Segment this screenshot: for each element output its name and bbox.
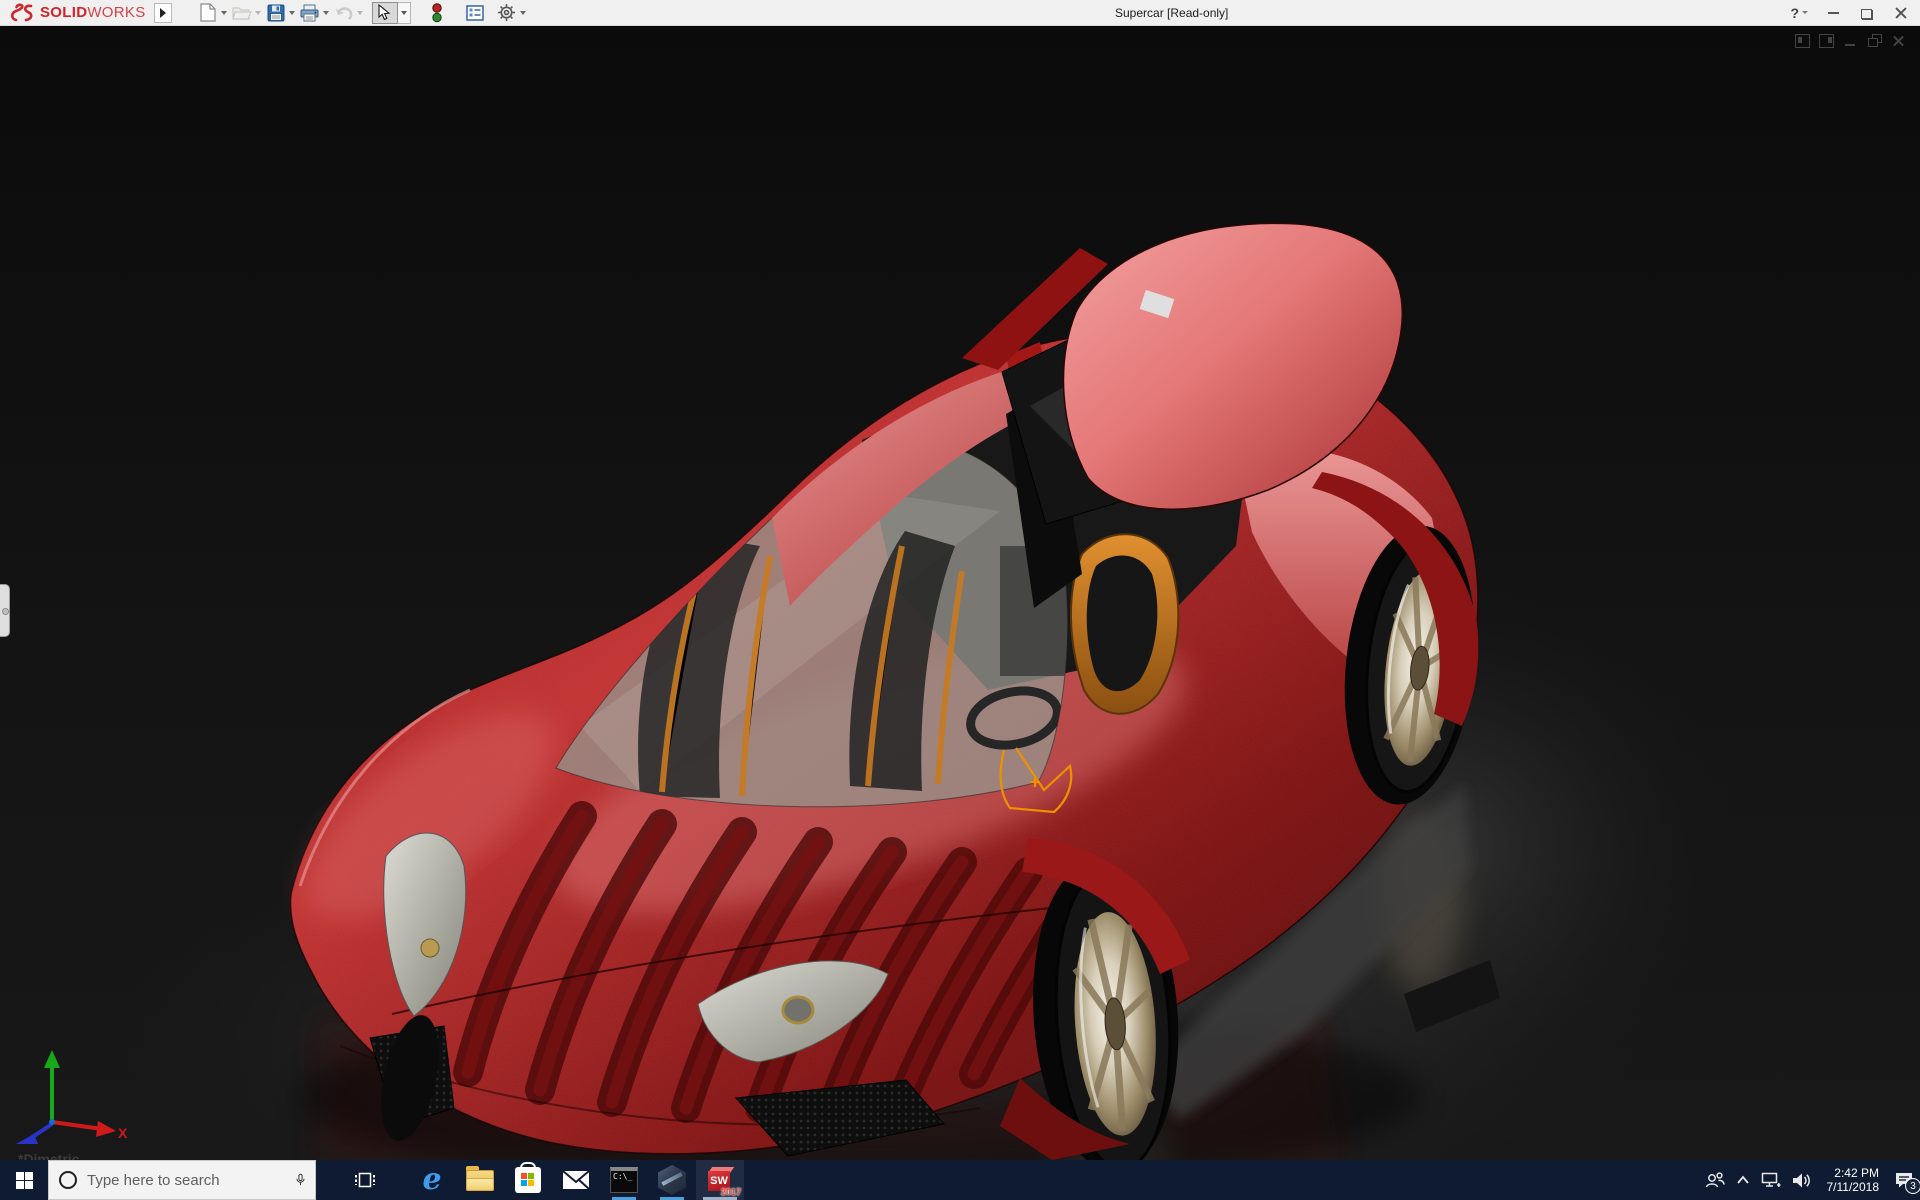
triad-x-arrow [96,1121,116,1137]
people-icon[interactable] [1705,1171,1725,1189]
pane-left-icon[interactable] [1795,34,1810,48]
cortana-icon [59,1171,77,1189]
windows-taskbar: e C:\_ SW 2017 [0,1160,1920,1200]
solidworks-2017-icon: SW 2017 [707,1167,733,1193]
gear-icon [496,2,518,24]
triad-x-label: X [118,1125,128,1141]
taskbar-clock[interactable]: 2:42 PM 7/11/2018 [1823,1166,1884,1194]
solidworks-year-label: 2017 [721,1187,741,1197]
save-button[interactable] [264,1,298,25]
document-title: Supercar [Read-only] [1115,6,1228,20]
taskbar-app-edge[interactable]: e [408,1160,456,1200]
help-caret-icon [1802,11,1808,14]
undo-button[interactable] [332,1,366,25]
new-document-caret[interactable] [219,2,229,24]
taskbar-app-mail[interactable] [552,1160,600,1200]
menu-flyout-button[interactable] [154,3,172,23]
open-caret[interactable] [253,2,263,24]
headlight-right-projector [783,997,813,1023]
brand-bold: SOLID [40,4,87,21]
action-center-button[interactable]: 3 [1894,1171,1914,1189]
clock-time: 2:42 PM [1827,1166,1880,1180]
open-button[interactable] [230,1,264,25]
print-icon [299,2,321,24]
restore-button[interactable] [1858,4,1876,22]
network-icon[interactable] [1761,1172,1781,1189]
viewport-3d-scene[interactable] [0,26,1920,1160]
hexagon-app-icon [658,1165,686,1195]
rebuild-button[interactable] [425,1,449,25]
solidworks-brand: SOLIDWORKS [0,3,146,23]
view-settings-button[interactable] [463,1,487,25]
feature-manager-collapsed-tab[interactable] [0,584,10,637]
taskbar-search[interactable] [48,1160,316,1200]
mail-icon [562,1170,590,1190]
undo-caret[interactable] [355,2,365,24]
clock-date: 7/11/2018 [1827,1180,1880,1194]
taskbar-app-store[interactable] [504,1160,552,1200]
select-tool[interactable] [372,2,411,24]
print-button[interactable] [298,1,332,25]
taskbar-app-command-prompt[interactable]: C:\_ [600,1160,648,1200]
undo-icon [333,2,355,24]
options-caret[interactable] [518,2,528,24]
triad-y-arrow [44,1050,60,1068]
doc-minimize-button[interactable] [1843,34,1858,48]
doc-close-button[interactable] [1891,34,1906,48]
help-label: ? [1790,5,1799,21]
microsoft-store-icon [515,1167,541,1193]
flyout-arrow-icon [160,8,166,18]
command-prompt-icon: C:\_ [610,1167,638,1193]
doc-restore-button[interactable] [1867,34,1882,48]
view-orientation-label: *Dimetric [18,1151,79,1160]
select-tool-pressed[interactable] [372,2,398,24]
save-caret[interactable] [287,2,297,24]
titlebar: SOLIDWORKS [0,0,1920,26]
pane-right-icon[interactable] [1819,34,1834,48]
quick-access-toolbar [196,0,529,26]
close-button[interactable] [1892,4,1910,22]
options-button[interactable] [495,1,529,25]
microphone-icon[interactable] [296,1170,305,1190]
dassault-systemes-logo-icon [10,3,36,23]
windows-logo-icon [16,1172,33,1189]
headlight-left-bulb [421,939,439,957]
task-view-icon [355,1171,375,1189]
traffic-light-rebuild-icon [426,2,448,24]
chevron-up-icon[interactable] [1736,1175,1750,1185]
new-document-icon [197,2,219,24]
graphics-viewport[interactable]: X *Dimetric [0,26,1920,1160]
taskbar-app-solidworks[interactable]: SW 2017 [696,1160,744,1200]
taskbar-app-file-explorer[interactable] [456,1160,504,1200]
print-caret[interactable] [321,2,331,24]
display-settings-icon [464,2,486,24]
select-tool-caret[interactable] [398,2,411,24]
volume-icon[interactable] [1792,1172,1812,1189]
save-floppy-icon [265,2,287,24]
search-input[interactable] [87,1172,286,1189]
new-document-button[interactable] [196,1,230,25]
document-window-controls [1795,34,1906,48]
task-view-button[interactable] [342,1160,388,1200]
brand-wordmark: SOLIDWORKS [40,4,146,21]
help-button[interactable]: ? [1790,5,1808,21]
system-tray: 2:42 PM 7/11/2018 3 [1705,1160,1915,1200]
orientation-triad: X [6,1048,136,1144]
brand-light: WORKS [87,4,145,21]
edge-icon: e [422,1166,441,1194]
start-button[interactable] [0,1160,48,1200]
file-explorer-icon [466,1170,494,1191]
notification-badge: 3 [1905,1178,1920,1194]
minimize-button[interactable] [1824,4,1842,22]
open-folder-icon [231,2,253,24]
cursor-arrow-icon [378,4,391,21]
taskbar-app-edrawings[interactable] [648,1160,696,1200]
